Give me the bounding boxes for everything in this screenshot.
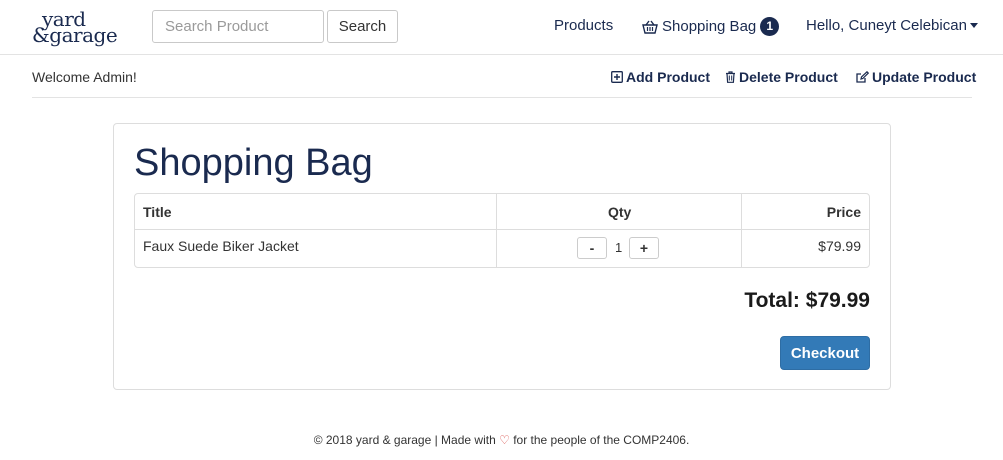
brand-logo[interactable]: yard &garage <box>32 7 118 47</box>
delete-product-link[interactable]: Delete Product <box>725 69 838 85</box>
welcome-message: Welcome Admin! <box>32 69 137 85</box>
footer-text-start: © 2018 yard & garage | Made with <box>313 433 496 447</box>
footer-text-end: for the people of the COMP2406. <box>513 433 690 447</box>
user-greeting: Hello, Cuneyt Celebican <box>806 17 967 34</box>
search-input[interactable] <box>152 10 324 43</box>
bag-count-badge: 1 <box>760 17 780 36</box>
shopping-bag-panel: Shopping Bag Title Qty Price Faux Suede … <box>113 123 891 390</box>
checkout-button[interactable]: Checkout <box>780 336 870 370</box>
admin-bar: Welcome Admin! Add Product Delete Produc… <box>32 55 976 98</box>
footer: © 2018 yard & garage | Made with ♡ for t… <box>0 433 1003 447</box>
order-total: Total: $79.99 <box>744 289 870 312</box>
bag-table: Title Qty Price Faux Suede Biker Jacket … <box>134 193 870 268</box>
add-product-link[interactable]: Add Product <box>611 69 710 85</box>
item-price: $79.99 <box>818 238 861 254</box>
column-divider <box>741 194 742 267</box>
basket-icon <box>642 20 658 34</box>
item-qty: 1 <box>615 240 623 255</box>
page-title: Shopping Bag <box>134 142 373 184</box>
edit-icon <box>856 71 869 83</box>
nav-shopping-bag-link[interactable]: Shopping Bag 1 <box>642 17 780 36</box>
column-header-title: Title <box>143 204 172 220</box>
caret-down-icon <box>969 23 978 28</box>
plus-square-icon <box>611 71 623 83</box>
column-header-price: Price <box>826 204 861 220</box>
delete-product-label: Delete Product <box>739 69 838 85</box>
brand-logo-line2: &garage <box>32 23 118 47</box>
column-divider <box>496 194 497 267</box>
heart-icon: ♡ <box>499 433 510 447</box>
top-navbar: yard &garage Search Products Shopping Ba… <box>0 0 1003 55</box>
search-button[interactable]: Search <box>327 10 398 43</box>
item-title: Faux Suede Biker Jacket <box>143 238 299 254</box>
decrease-qty-button[interactable]: - <box>577 237 607 259</box>
update-product-link[interactable]: Update Product <box>856 69 976 85</box>
nav-shopping-bag-label: Shopping Bag <box>662 18 757 35</box>
trash-icon <box>726 71 735 83</box>
update-product-label: Update Product <box>872 69 977 85</box>
user-menu-dropdown[interactable]: Hello, Cuneyt Celebican <box>806 17 978 34</box>
header-divider <box>135 229 869 230</box>
nav-products-link[interactable]: Products <box>554 17 613 34</box>
increase-qty-button[interactable]: + <box>629 237 659 259</box>
add-product-label: Add Product <box>626 69 710 85</box>
column-header-qty: Qty <box>608 204 632 220</box>
